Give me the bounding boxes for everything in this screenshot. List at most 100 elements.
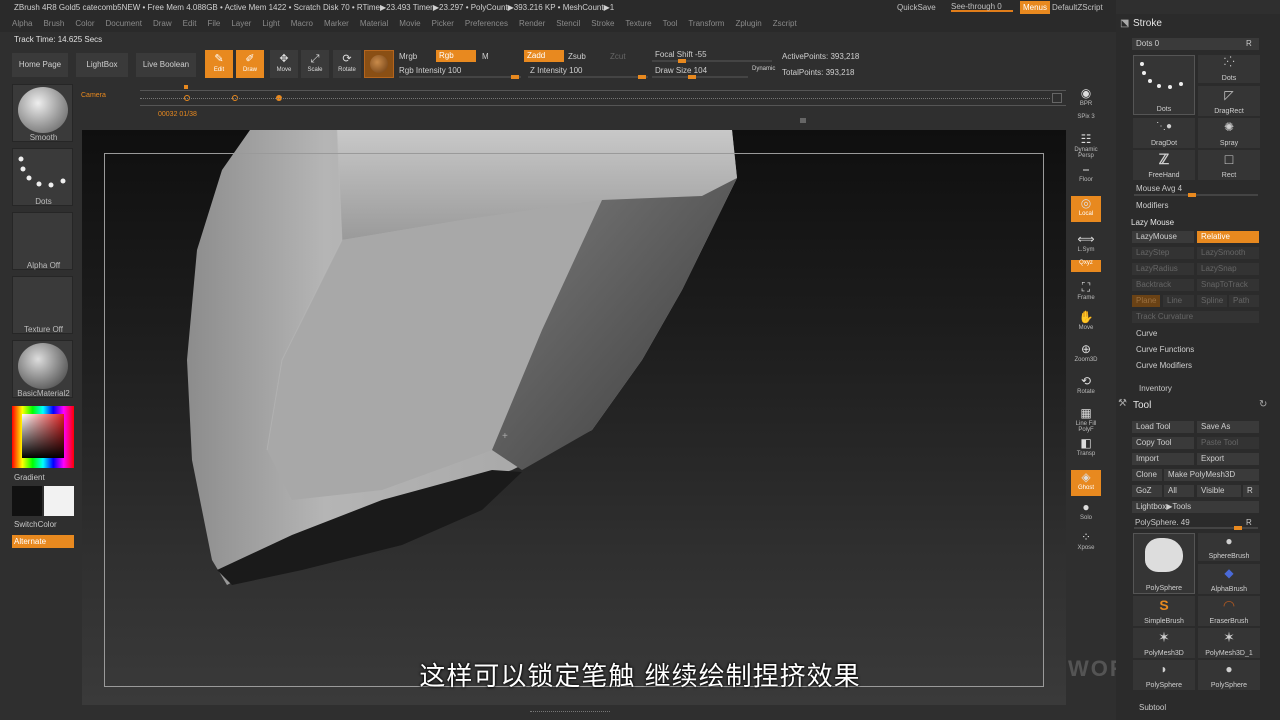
all-button[interactable]: All bbox=[1164, 485, 1194, 497]
shelf-line-fill-polyf-button[interactable]: ▦ Line Fill PolyF bbox=[1071, 406, 1101, 433]
shelf-qxyz-button[interactable]: Qxyz bbox=[1071, 260, 1101, 272]
focal-shift-slider[interactable] bbox=[652, 59, 772, 63]
rotate-mode-button[interactable]: ⟳ Rotate bbox=[333, 50, 361, 78]
mrgb-button[interactable]: Mrgb bbox=[399, 52, 417, 61]
draw-size-slider[interactable] bbox=[652, 75, 748, 79]
color-picker[interactable] bbox=[12, 406, 74, 468]
menu-item[interactable]: Stencil bbox=[556, 19, 580, 28]
rgb-button[interactable]: Rgb bbox=[436, 50, 476, 62]
zadd-button[interactable]: Zadd bbox=[524, 50, 564, 62]
edit-mode-button[interactable]: ✎ Edit bbox=[205, 50, 233, 78]
color-picker-square[interactable] bbox=[22, 414, 64, 458]
alternate-button[interactable]: Alternate bbox=[12, 535, 74, 548]
lightbox-button[interactable]: LightBox bbox=[76, 53, 128, 77]
stroke-thumb-dots-small[interactable]: ⁚⁛ Dots bbox=[1198, 55, 1260, 83]
menu-item[interactable]: Tool bbox=[663, 19, 678, 28]
menu-item[interactable]: Color bbox=[75, 19, 94, 28]
export-button[interactable]: Export bbox=[1197, 453, 1259, 465]
move-mode-button[interactable]: ✥ Move bbox=[270, 50, 298, 78]
menu-item[interactable]: Preferences bbox=[465, 19, 508, 28]
texture-selector[interactable]: Texture Off bbox=[12, 276, 73, 334]
rgb-intensity-slider[interactable] bbox=[399, 75, 521, 79]
default-zscript-button[interactable]: DefaultZScript bbox=[1052, 3, 1103, 12]
shelf-frame-button[interactable]: ⛶ Frame bbox=[1071, 280, 1101, 306]
shelf-dynamic-persp-button[interactable]: ☷ Dynamic Persp bbox=[1071, 132, 1101, 159]
path-button[interactable]: Path bbox=[1229, 295, 1259, 307]
make-polymesh-button[interactable]: Make PolyMesh3D bbox=[1164, 469, 1259, 481]
stroke-panel-title[interactable]: Stroke bbox=[1133, 18, 1162, 29]
snap-to-track-button[interactable]: SnapToTrack bbox=[1197, 279, 1259, 291]
menu-item[interactable]: Edit bbox=[183, 19, 197, 28]
menu-item[interactable]: Marker bbox=[324, 19, 349, 28]
menu-item[interactable]: Material bbox=[360, 19, 388, 28]
dots-reset-button[interactable]: R bbox=[1246, 39, 1252, 49]
tool-thumb-alphabrush[interactable]: ◆ AlphaBrush bbox=[1198, 564, 1260, 594]
tool-thumb-polymesh3d[interactable]: ✶ PolyMesh3D bbox=[1133, 628, 1195, 658]
clone-button[interactable]: Clone bbox=[1132, 469, 1162, 481]
stroke-thumb-freehand[interactable]: ℤ FreeHand bbox=[1133, 150, 1195, 180]
track-curvature-slider[interactable]: Track Curvature bbox=[1132, 311, 1259, 323]
tool-slider[interactable] bbox=[1134, 526, 1258, 530]
scale-mode-button[interactable]: ⤢ Scale bbox=[301, 50, 329, 78]
main-color-swatch[interactable] bbox=[12, 486, 42, 516]
lazy-mouse-section[interactable]: Lazy Mouse bbox=[1131, 218, 1174, 228]
dynamic-button[interactable]: Dynamic bbox=[752, 66, 775, 72]
gradient-label[interactable]: Gradient bbox=[14, 473, 45, 483]
lazysmooth-slider[interactable]: LazySmooth bbox=[1197, 247, 1259, 259]
timeline-marker[interactable] bbox=[184, 85, 188, 89]
tool-thumb-polysphere-2[interactable]: ● PolySphere bbox=[1198, 660, 1260, 690]
refresh-icon[interactable]: ↻ bbox=[1259, 399, 1267, 410]
tool-panel-title[interactable]: Tool bbox=[1133, 400, 1151, 411]
lazystep-slider[interactable]: LazyStep bbox=[1132, 247, 1194, 259]
menu-item[interactable]: Zscript bbox=[773, 19, 797, 28]
material-selector[interactable]: BasicMaterial2 bbox=[12, 340, 73, 398]
shelf-local-button[interactable]: ◎ Local bbox=[1071, 196, 1101, 222]
relative-toggle[interactable]: Relative bbox=[1197, 231, 1259, 243]
menu-item[interactable]: Zplugin bbox=[735, 19, 761, 28]
lightbox-tools-button[interactable]: Lightbox▶Tools bbox=[1132, 501, 1259, 513]
see-through-slider[interactable]: See-through 0 bbox=[951, 2, 1013, 12]
stroke-thumb-dots[interactable]: Dots bbox=[1133, 55, 1195, 115]
shelf-xpose-button[interactable]: ⁘ Xpose bbox=[1071, 530, 1101, 556]
menu-item[interactable]: Render bbox=[519, 19, 545, 28]
paste-tool-button[interactable]: Paste Tool bbox=[1197, 437, 1259, 449]
shelf-solo-button[interactable]: ● Solo bbox=[1071, 500, 1101, 526]
goz-button[interactable]: GoZ bbox=[1132, 485, 1162, 497]
dots-slider[interactable]: Dots 0 bbox=[1132, 38, 1259, 50]
goz-reset-button[interactable]: R bbox=[1243, 485, 1259, 497]
lazyradius-slider[interactable]: LazyRadius bbox=[1132, 263, 1194, 275]
shelf-l-sym-button[interactable]: ⟺ L.Sym bbox=[1071, 232, 1101, 258]
copy-tool-button[interactable]: Copy Tool bbox=[1132, 437, 1194, 449]
curve-functions-section[interactable]: Curve Functions bbox=[1132, 344, 1259, 356]
shelf-floor-button[interactable]: ⎯ Floor bbox=[1071, 162, 1101, 188]
menu-item[interactable]: Macro bbox=[291, 19, 313, 28]
shelf-zoom3d-button[interactable]: ⊕ Zoom3D bbox=[1071, 342, 1101, 368]
draw-mode-button[interactable]: ✐ Draw bbox=[236, 50, 264, 78]
timeline-track[interactable] bbox=[140, 85, 1066, 106]
plane-button[interactable]: Plane bbox=[1132, 295, 1160, 307]
menu-item[interactable]: Movie bbox=[399, 19, 420, 28]
quicksave-button[interactable]: QuickSave bbox=[897, 3, 936, 12]
menu-item[interactable]: Texture bbox=[625, 19, 651, 28]
timeline-end-button[interactable] bbox=[1052, 93, 1062, 103]
spline-button[interactable]: Spline bbox=[1197, 295, 1227, 307]
secondary-color-swatch[interactable] bbox=[44, 486, 74, 516]
mouse-avg-slider[interactable] bbox=[1134, 193, 1258, 197]
shelf-move-button[interactable]: ✋ Move bbox=[1071, 310, 1101, 336]
menu-item[interactable]: Document bbox=[106, 19, 142, 28]
shelf-transp-button[interactable]: ◧ Transp bbox=[1071, 436, 1101, 462]
menu-item[interactable]: Picker bbox=[432, 19, 454, 28]
tool-thumb-simplebrush[interactable]: S SimpleBrush bbox=[1133, 596, 1195, 626]
z-intensity-slider[interactable] bbox=[528, 75, 648, 79]
curve-modifiers-section[interactable]: Curve Modifiers bbox=[1132, 360, 1259, 372]
menu-item[interactable]: Stroke bbox=[591, 19, 614, 28]
pin-icon[interactable]: ⬔ bbox=[1120, 18, 1129, 29]
bottom-scroll-handle[interactable] bbox=[530, 711, 610, 716]
tool-thumb-eraserbrush[interactable]: ◠ EraserBrush bbox=[1198, 596, 1260, 626]
m-button[interactable]: M bbox=[482, 52, 489, 61]
tool-thumb-spherebrush[interactable]: ● SphereBrush bbox=[1198, 533, 1260, 561]
menu-item[interactable]: Draw bbox=[153, 19, 172, 28]
menu-item[interactable]: Layer bbox=[231, 19, 251, 28]
shelf-ghost-button[interactable]: ◈ Ghost bbox=[1071, 470, 1101, 496]
stroke-thumb-spray[interactable]: ✺ Spray bbox=[1198, 118, 1260, 148]
